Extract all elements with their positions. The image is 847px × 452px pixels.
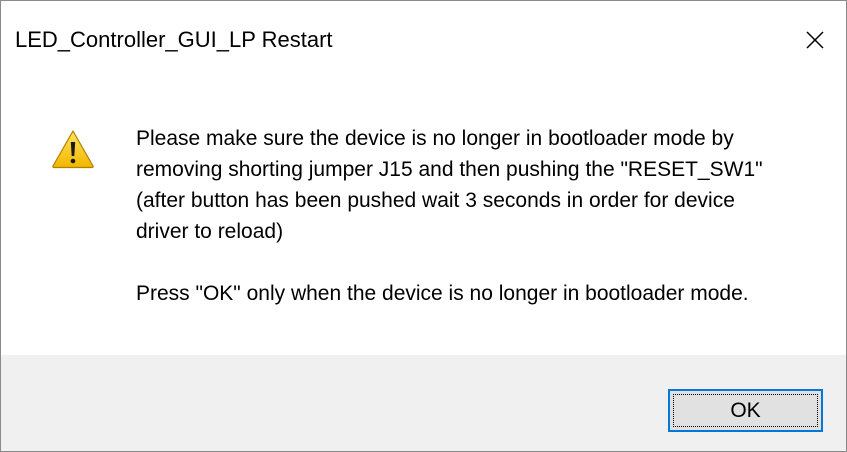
- title-bar[interactable]: LED_Controller_GUI_LP Restart: [1, 1, 846, 79]
- button-bar: OK: [1, 355, 846, 451]
- message-line: driver to reload): [136, 220, 284, 243]
- message-line: (after button has been pushed wait 3 sec…: [136, 189, 735, 212]
- dialog-content: Please make sure the device is no longer…: [1, 79, 846, 355]
- message-text: Please make sure the device is no longer…: [136, 123, 826, 309]
- close-icon: [806, 31, 824, 49]
- message-line: removing shorting jumper J15 and then pu…: [136, 158, 763, 181]
- window-title: LED_Controller_GUI_LP Restart: [15, 27, 333, 52]
- close-button[interactable]: [784, 1, 846, 79]
- message-line: Please make sure the device is no longer…: [136, 127, 734, 150]
- message-paragraph-1: Please make sure the device is no longer…: [136, 123, 826, 247]
- ok-button-label: OK: [730, 398, 761, 422]
- ok-button[interactable]: OK: [668, 389, 823, 432]
- warning-icon: [52, 130, 94, 169]
- message-paragraph-2: Press "OK" only when the device is no lo…: [136, 282, 749, 305]
- message-dialog: LED_Controller_GUI_LP Restart Please mak…: [0, 0, 847, 452]
